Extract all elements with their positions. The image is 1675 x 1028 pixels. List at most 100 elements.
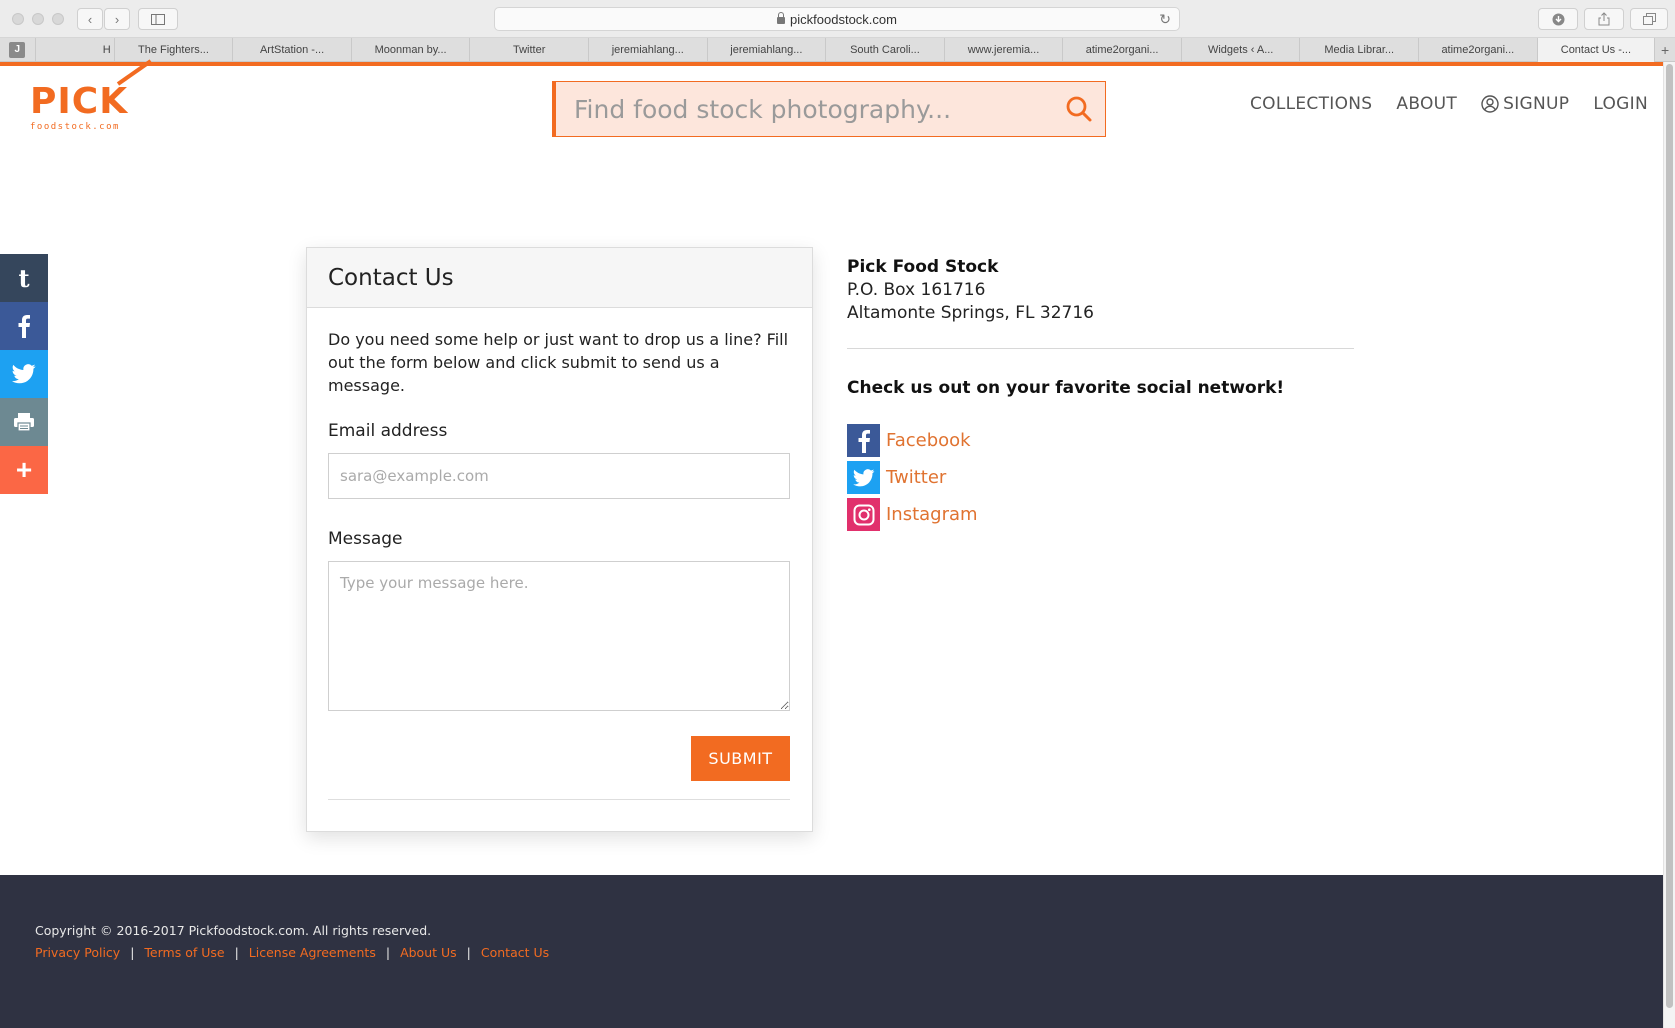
sidebar-toggle-button[interactable] xyxy=(138,8,178,30)
footer-links: Privacy Policy | Terms of Use | License … xyxy=(35,945,549,960)
share-rail: t + xyxy=(0,254,48,494)
twitter-icon xyxy=(12,364,36,384)
nav-signup-label: SIGNUP xyxy=(1503,94,1570,114)
share-twitter-button[interactable] xyxy=(0,350,48,398)
tab-item[interactable]: Media Librar... xyxy=(1300,38,1420,62)
footer-separator: | xyxy=(466,945,471,960)
back-button[interactable]: ‹ xyxy=(77,8,103,30)
tab-item[interactable]: South Caroli... xyxy=(826,38,945,62)
tab-active[interactable]: Contact Us -... xyxy=(1537,38,1656,62)
tab-item[interactable]: Widgets ‹ A... xyxy=(1182,38,1301,62)
card-divider xyxy=(328,799,790,800)
main-nav: COLLECTIONS ABOUT SIGNUP LOGIN xyxy=(1250,94,1648,114)
tab-item[interactable]: ArtStation -... xyxy=(233,38,352,62)
nav-login[interactable]: LOGIN xyxy=(1593,94,1648,114)
plus-icon: + xyxy=(15,454,33,485)
tab-item[interactable]: atime2organi... xyxy=(1419,38,1538,62)
social-links: Facebook Twitter Instagram xyxy=(847,422,1354,533)
social-instagram-row: Instagram xyxy=(847,496,1354,533)
nav-collections[interactable]: COLLECTIONS xyxy=(1250,94,1372,114)
email-field[interactable] xyxy=(328,453,790,499)
facebook-icon[interactable] xyxy=(847,424,880,457)
address-line-1: P.O. Box 161716 xyxy=(847,280,986,300)
tab-item[interactable]: Moonman by... xyxy=(352,38,471,62)
privacy-policy-link[interactable]: Privacy Policy xyxy=(35,945,120,960)
page-scrollbar[interactable] xyxy=(1663,62,1675,1028)
logo-domain: foodstock.com xyxy=(30,122,120,132)
license-agreements-link[interactable]: License Agreements xyxy=(249,945,376,960)
share-tumblr-button[interactable]: t xyxy=(0,254,48,302)
header-accent-bar xyxy=(0,62,1663,66)
info-divider xyxy=(847,348,1354,349)
message-textarea[interactable] xyxy=(328,561,790,711)
address-line-2: Altamonte Springs, FL 32716 xyxy=(847,303,1094,323)
search-bar xyxy=(552,81,1106,137)
footer-separator: | xyxy=(234,945,239,960)
twitter-link[interactable]: Twitter xyxy=(886,467,946,488)
share-button[interactable] xyxy=(1584,8,1624,30)
tab-item[interactable]: atime2organi... xyxy=(1063,38,1182,62)
sidebar-icon xyxy=(151,13,165,25)
tab-item[interactable]: jeremiahlang... xyxy=(589,38,708,62)
contact-info: Pick Food Stock P.O. Box 161716 Altamont… xyxy=(847,256,1354,533)
chevron-left-icon: ‹ xyxy=(87,11,93,27)
plus-icon: + xyxy=(1660,42,1670,58)
site-logo[interactable]: PICK foodstock.com xyxy=(30,59,152,132)
reload-icon[interactable]: ↻ xyxy=(1159,11,1171,28)
tumblr-icon: t xyxy=(18,263,30,293)
new-tab-button[interactable]: + xyxy=(1655,38,1675,62)
company-name: Pick Food Stock xyxy=(847,257,999,277)
nav-about[interactable]: ABOUT xyxy=(1396,94,1457,114)
tab-overview-button[interactable] xyxy=(1630,8,1668,30)
tabs-icon xyxy=(1642,13,1656,25)
forward-button[interactable]: › xyxy=(104,8,130,30)
social-facebook-row: Facebook xyxy=(847,422,1354,459)
tab-item[interactable]: jeremiahlang... xyxy=(708,38,827,62)
submit-button[interactable]: SUBMIT xyxy=(691,736,790,781)
message-label: Message xyxy=(328,529,403,549)
zoom-window-icon[interactable] xyxy=(52,13,64,25)
social-twitter-row: Twitter xyxy=(847,459,1354,496)
twitter-icon[interactable] xyxy=(847,461,880,494)
share-icon xyxy=(1598,12,1610,26)
about-us-link[interactable]: About Us xyxy=(400,945,457,960)
social-heading: Check us out on your favorite social net… xyxy=(847,378,1285,398)
share-print-button[interactable] xyxy=(0,398,48,446)
tab-item[interactable]: Twitter xyxy=(470,38,589,62)
browser-toolbar: ‹ › pickfoodstock.com ↻ xyxy=(0,0,1675,38)
share-facebook-button[interactable] xyxy=(0,302,48,350)
nav-signup[interactable]: SIGNUP xyxy=(1481,94,1569,114)
tab-bar: J H The Fighters... ArtStation -... Moon… xyxy=(0,38,1675,62)
footer-separator: | xyxy=(385,945,391,960)
search-input[interactable] xyxy=(574,82,1054,136)
tab-pinned[interactable]: J xyxy=(0,38,36,62)
scrollbar-thumb[interactable] xyxy=(1666,64,1673,1008)
user-icon xyxy=(1481,95,1499,113)
contact-card-title: Contact Us xyxy=(307,248,812,308)
address-bar[interactable]: pickfoodstock.com ↻ xyxy=(494,7,1180,31)
copyright-text: Copyright © 2016-2017 Pickfoodstock.com.… xyxy=(35,923,432,938)
chevron-right-icon: › xyxy=(114,11,120,27)
facebook-link[interactable]: Facebook xyxy=(886,430,971,451)
tab-item[interactable]: The Fighters... xyxy=(115,38,234,62)
logo-wordmark: PICK xyxy=(30,81,129,122)
search-icon[interactable] xyxy=(1065,95,1093,123)
contact-us-link[interactable]: Contact Us xyxy=(481,945,549,960)
print-icon xyxy=(14,413,34,432)
contact-intro-text: Do you need some help or just want to dr… xyxy=(328,330,789,395)
contact-card: Contact Us Do you need some help or just… xyxy=(306,247,813,832)
close-window-icon[interactable] xyxy=(12,13,24,25)
instagram-link[interactable]: Instagram xyxy=(886,504,978,525)
download-icon xyxy=(1552,13,1564,25)
downloads-button[interactable] xyxy=(1538,8,1578,30)
url-text: pickfoodstock.com xyxy=(790,11,897,27)
facebook-icon xyxy=(18,315,30,338)
instagram-icon[interactable] xyxy=(847,498,880,531)
tab-item[interactable]: H xyxy=(36,38,115,62)
site-footer: Copyright © 2016-2017 Pickfoodstock.com.… xyxy=(0,875,1663,1028)
email-label: Email address xyxy=(328,421,448,441)
minimize-window-icon[interactable] xyxy=(32,13,44,25)
tab-item[interactable]: www.jeremia... xyxy=(945,38,1064,62)
terms-of-use-link[interactable]: Terms of Use xyxy=(144,945,224,960)
share-more-button[interactable]: + xyxy=(0,446,48,494)
